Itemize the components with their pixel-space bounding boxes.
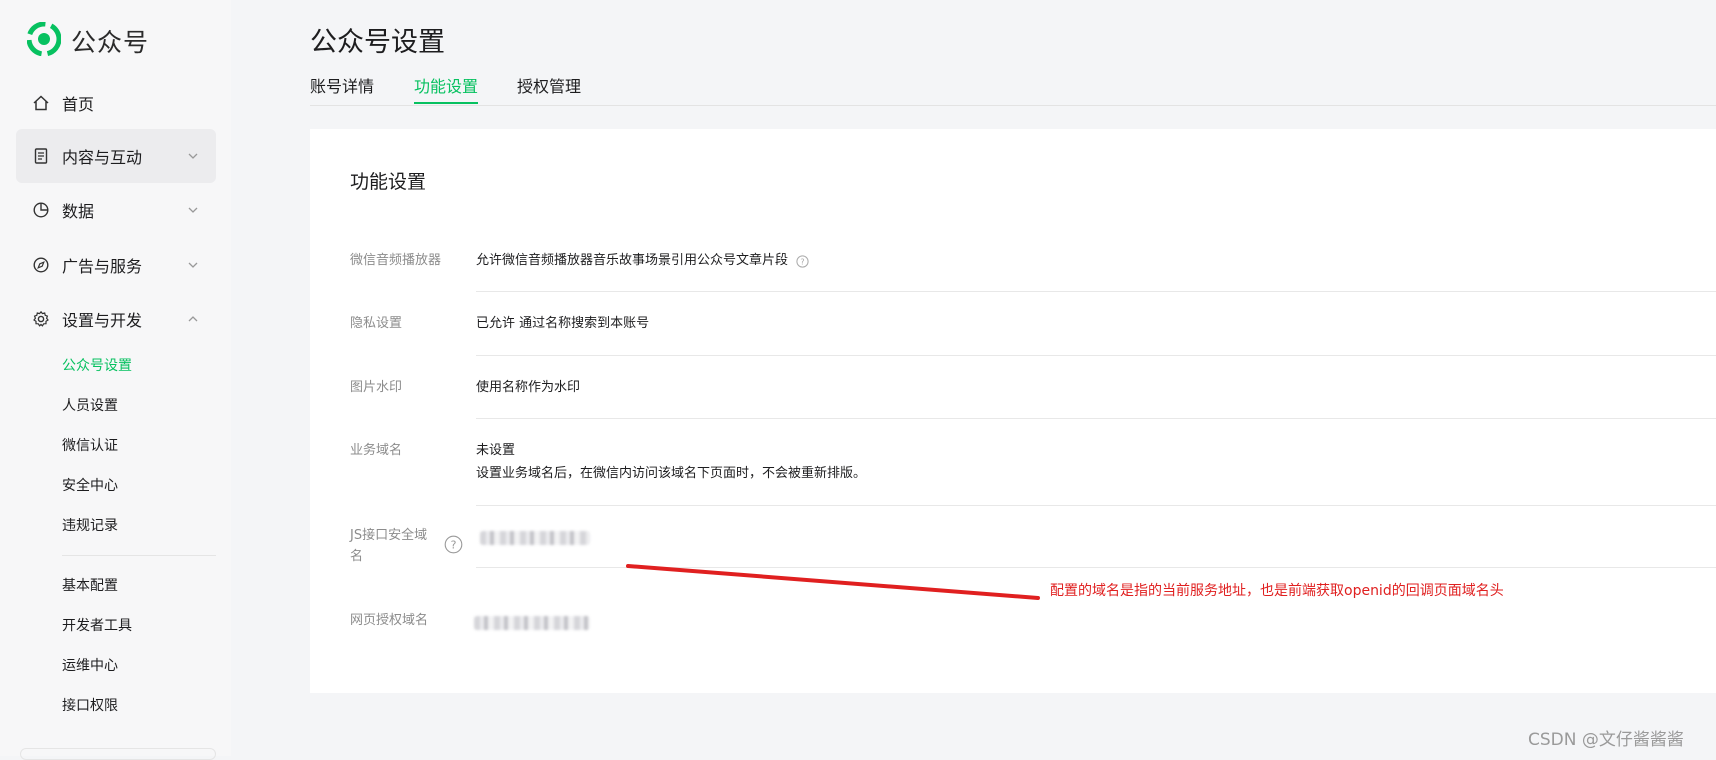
row-divider xyxy=(476,291,1716,292)
page-title: 公众号设置 xyxy=(310,27,445,58)
sidebar-bottom-panel xyxy=(20,748,216,760)
setting-label-line: JS接口安全域 xyxy=(350,528,428,543)
sidebar-sub-security-center[interactable]: 安全中心 xyxy=(62,474,118,498)
sidebar-item-settings-dev[interactable]: 设置与开发 xyxy=(16,292,216,346)
sidebar-sub-basic-config[interactable]: 基本配置 xyxy=(62,574,118,598)
sidebar-sub-api-permissions[interactable]: 接口权限 xyxy=(62,694,118,718)
help-icon[interactable]: ? xyxy=(796,254,809,268)
sidebar-item-label: 首页 xyxy=(62,95,95,114)
sidebar-item-home[interactable]: 首页 xyxy=(16,76,216,130)
sidebar-sub-wechat-verification[interactable]: 微信认证 xyxy=(62,434,118,458)
row-divider xyxy=(476,567,1716,568)
setting-value-text: 允许微信音频播放器音乐故事场景引用公众号文章片段 xyxy=(476,253,789,268)
help-icon[interactable]: ? xyxy=(444,535,463,554)
setting-value: 允许微信音频播放器音乐故事场景引用公众号文章片段 ? xyxy=(476,250,809,271)
setting-label: JS接口安全域 名 xyxy=(350,525,455,567)
tab-feature-settings[interactable]: 功能设置 xyxy=(414,76,479,104)
sidebar-divider xyxy=(62,555,216,556)
tab-bar: 账号详情 功能设置 授权管理 xyxy=(310,76,1716,106)
pie-chart-icon xyxy=(32,201,50,219)
sidebar-sub-member-settings[interactable]: 人员设置 xyxy=(62,394,118,418)
setting-note: 设置业务域名后，在微信内访问该域名下页面时，不会被重新排版。 xyxy=(476,466,867,481)
chevron-up-icon xyxy=(186,312,200,326)
setting-label-line: 名 xyxy=(350,549,364,564)
app-name: 公众号 xyxy=(71,28,150,57)
app-logo[interactable]: 公众号 xyxy=(26,21,150,60)
sidebar-item-label: 内容与互动 xyxy=(62,148,143,167)
row-divider xyxy=(476,505,1716,506)
home-icon xyxy=(32,94,50,112)
chevron-down-icon xyxy=(186,149,200,163)
tab-authorization-management[interactable]: 授权管理 xyxy=(517,76,581,104)
setting-value: 使用名称作为水印 xyxy=(476,380,581,395)
row-divider xyxy=(476,355,1716,356)
chevron-down-icon xyxy=(186,203,200,217)
annotation-text: 配置的域名是指的当前服务地址，也是前端获取openid的回调页面域名头 xyxy=(1050,583,1504,599)
sidebar-item-content-interaction[interactable]: 内容与互动 xyxy=(16,129,216,183)
document-icon xyxy=(32,147,50,165)
wechat-official-logo-icon xyxy=(26,21,62,60)
compass-icon xyxy=(32,256,50,274)
tab-account-details[interactable]: 账号详情 xyxy=(310,76,374,104)
svg-text:?: ? xyxy=(801,257,805,266)
sidebar-sub-developer-tools[interactable]: 开发者工具 xyxy=(62,614,132,638)
feature-settings-card: 功能设置 微信音频播放器 允许微信音频播放器音乐故事场景引用公众号文章片段 ? … xyxy=(310,129,1716,693)
sidebar-item-label: 设置与开发 xyxy=(62,311,143,330)
setting-label: 图片水印 xyxy=(350,380,403,395)
setting-label: 隐私设置 xyxy=(350,316,403,331)
setting-value-text: 未设置 xyxy=(476,443,516,458)
svg-text:?: ? xyxy=(451,539,457,552)
gear-icon xyxy=(32,310,50,328)
sidebar-item-label: 广告与服务 xyxy=(62,257,143,276)
watermark: CSDN @文仔酱酱酱 xyxy=(1528,730,1684,750)
setting-label: 微信音频播放器 xyxy=(350,253,442,268)
chevron-down-icon xyxy=(186,258,200,272)
setting-label: 网页授权域名 xyxy=(350,613,429,628)
sidebar-sub-violation-records[interactable]: 违规记录 xyxy=(62,514,118,538)
row-divider xyxy=(476,418,1716,419)
js-domain-value-redacted xyxy=(480,527,590,548)
sidebar-sub-official-account-settings[interactable]: 公众号设置 xyxy=(62,354,132,378)
setting-label: 业务域名 xyxy=(350,443,403,458)
sidebar-item-ads-services[interactable]: 广告与服务 xyxy=(16,238,216,292)
web-auth-domain-value-redacted xyxy=(474,612,590,633)
setting-value: 未设置 设置业务域名后，在微信内访问该域名下页面时，不会被重新排版。 xyxy=(476,440,866,484)
card-title: 功能设置 xyxy=(350,171,427,193)
sidebar-sub-ops-center[interactable]: 运维中心 xyxy=(62,654,118,678)
setting-value: 已允许 通过名称搜索到本账号 xyxy=(476,316,650,331)
sidebar-item-label: 数据 xyxy=(62,202,95,221)
sidebar: 公众号 首页 内容与互动 数据 广告与服务 设置与开发 公众号设置 人员设置 微… xyxy=(0,0,231,760)
sidebar-item-data[interactable]: 数据 xyxy=(16,183,216,237)
